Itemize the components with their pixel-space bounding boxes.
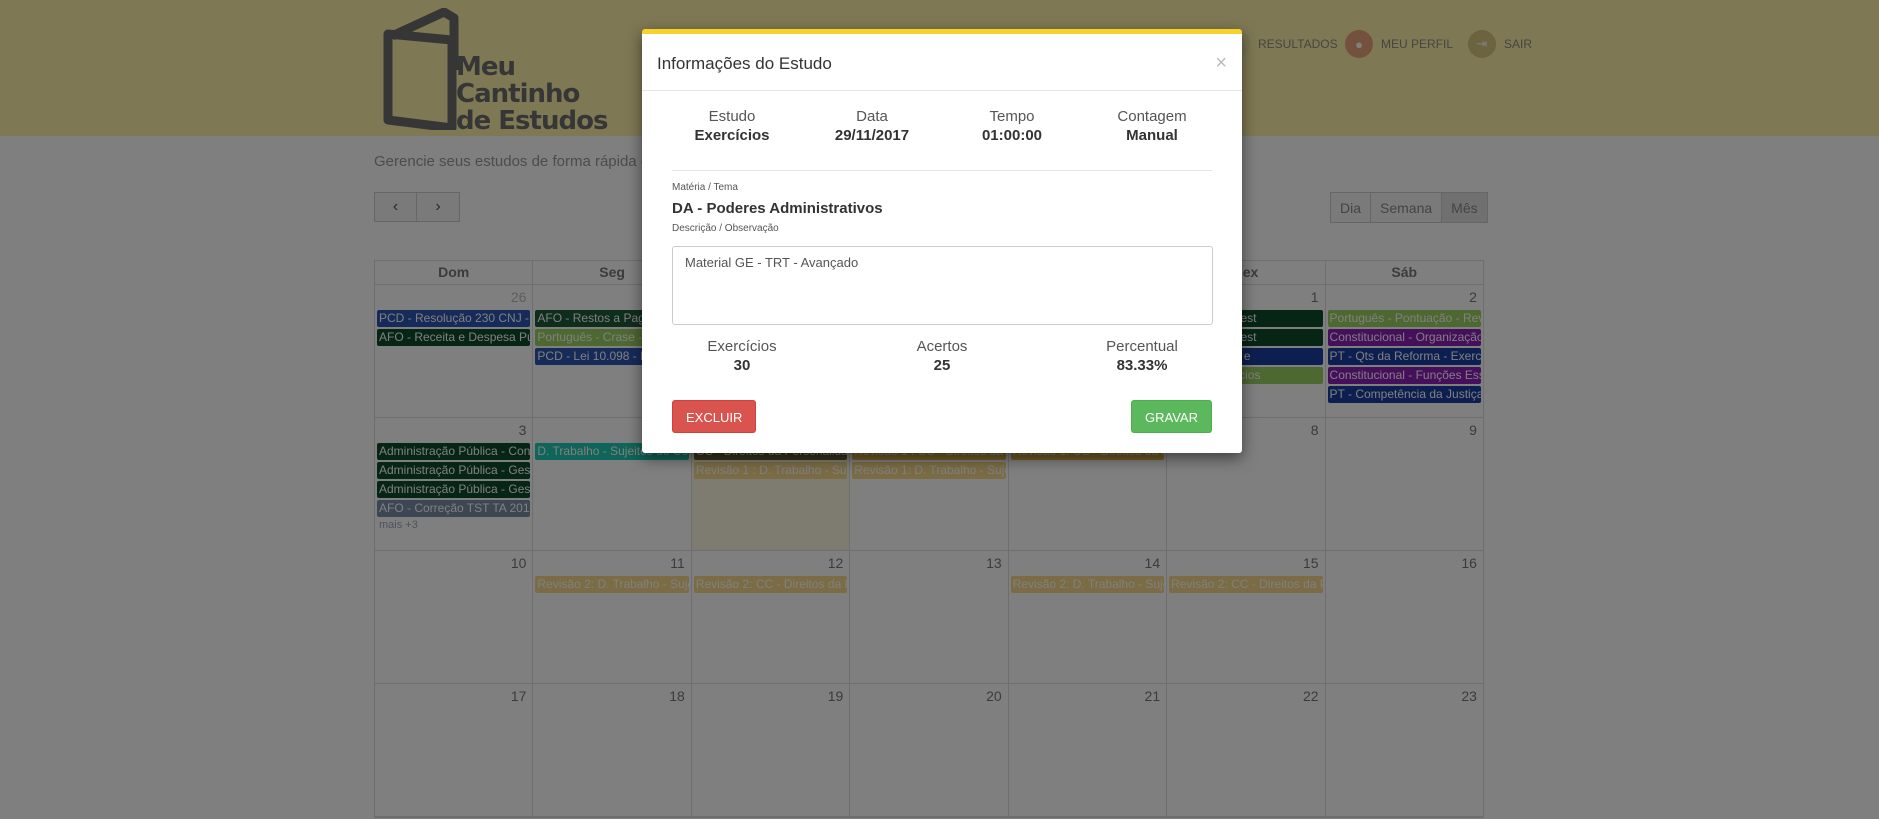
stat-value: 83.33% xyxy=(1116,357,1168,374)
stat-label: Acertos xyxy=(916,338,968,355)
modal-title: Informações do Estudo xyxy=(657,54,832,73)
divider xyxy=(672,170,1212,171)
stat-value: 29/11/2017 xyxy=(834,127,910,144)
stat-label: Data xyxy=(856,108,888,125)
stat-value: 25 xyxy=(933,357,951,374)
stat-acertos: Acertos 25 xyxy=(872,338,1012,374)
stat-value: Exercícios xyxy=(694,127,770,144)
study-stats: Estudo Exercícios Data 29/11/2017 Tempo … xyxy=(672,108,1212,144)
stat-label: Contagem xyxy=(1117,108,1187,125)
delete-button[interactable]: EXCLUIR xyxy=(672,400,757,433)
stat-percentual: Percentual 83.33% xyxy=(1072,338,1212,374)
close-icon[interactable]: × xyxy=(1215,52,1227,75)
save-button[interactable]: GRAVAR xyxy=(1131,400,1212,433)
result-stats: Exercícios 30 Acertos 25 Percentual 83.3… xyxy=(672,338,1212,374)
divider xyxy=(642,90,1242,91)
stat-estudo: Estudo Exercícios xyxy=(672,108,792,144)
stat-value: Manual xyxy=(1126,127,1178,144)
stat-value: 01:00:00 xyxy=(981,127,1043,144)
materia-label: Matéria / Tema xyxy=(672,182,738,193)
stat-contagem: Contagem Manual xyxy=(1092,108,1212,144)
stat-tempo: Tempo 01:00:00 xyxy=(952,108,1072,144)
descricao-label: Descrição / Observação xyxy=(672,223,779,234)
stat-label: Percentual xyxy=(1106,338,1178,355)
stat-data: Data 29/11/2017 xyxy=(812,108,932,144)
stat-value: 30 xyxy=(733,357,751,374)
stat-label: Exercícios xyxy=(707,338,777,355)
study-info-modal: Informações do Estudo × Estudo Exercício… xyxy=(642,29,1242,453)
stat-label: Estudo xyxy=(708,108,756,125)
materia-value: DA - Poderes Administrativos xyxy=(672,200,883,217)
stat-exercicios: Exercícios 30 xyxy=(672,338,812,374)
descricao-textarea[interactable]: Material GE - TRT - Avançado xyxy=(672,246,1213,325)
stat-label: Tempo xyxy=(989,108,1035,125)
